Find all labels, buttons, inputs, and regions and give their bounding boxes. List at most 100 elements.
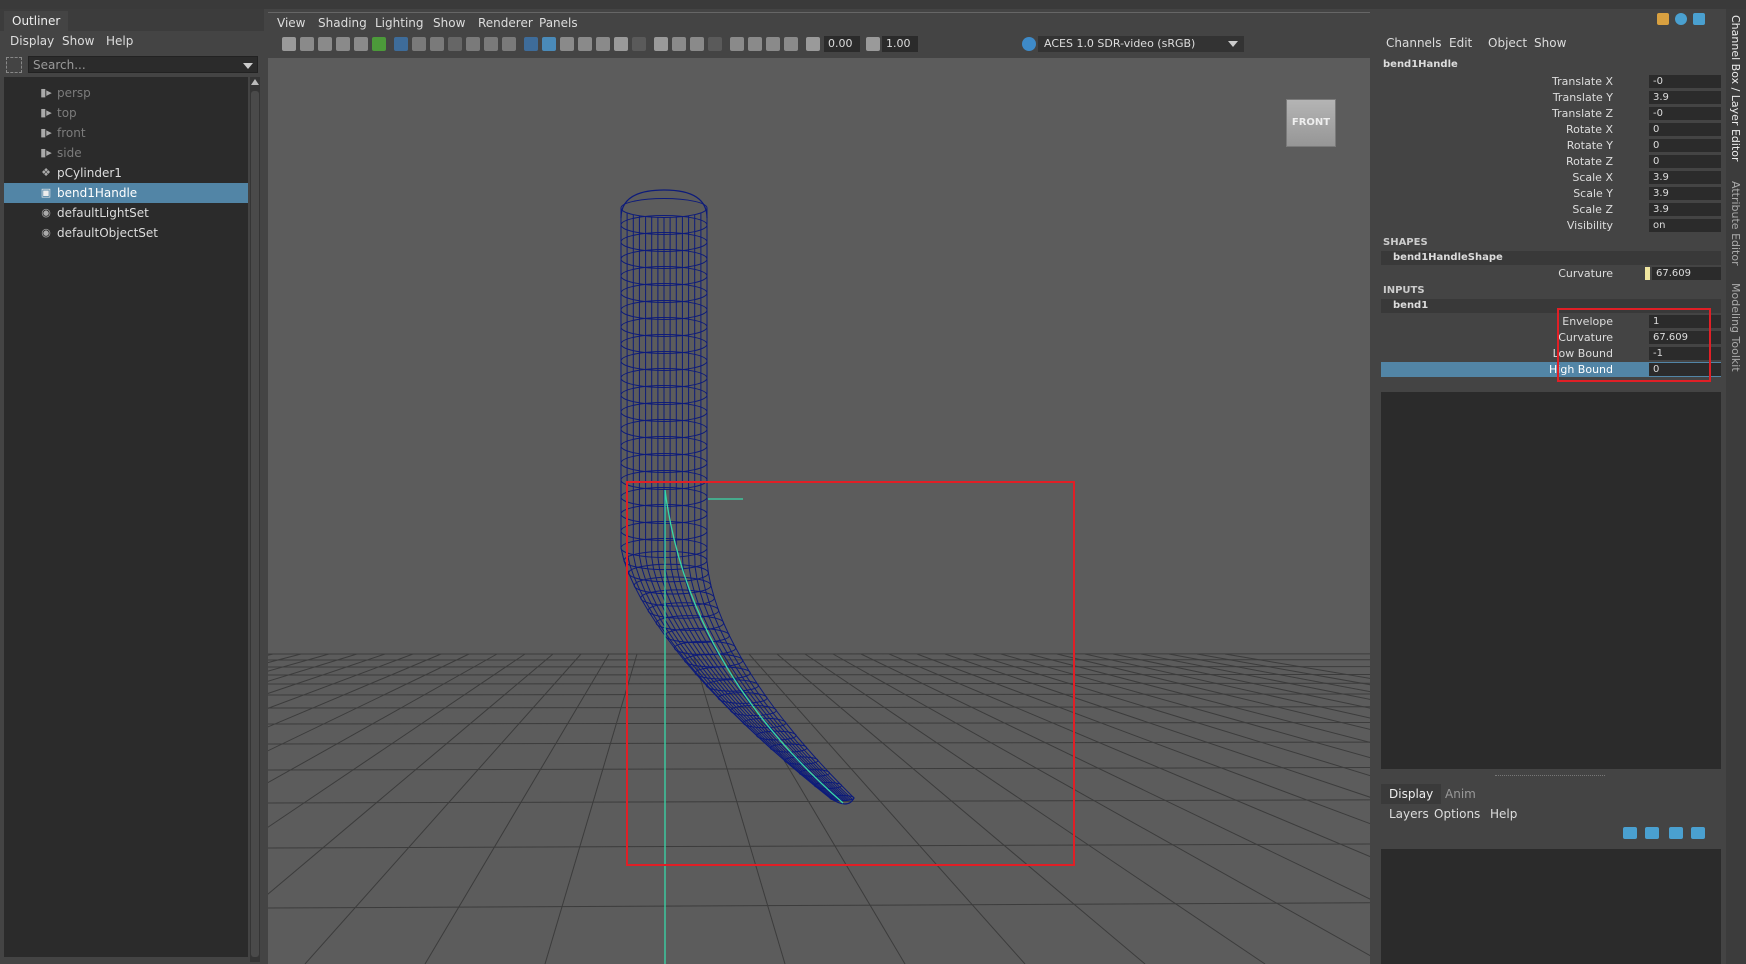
gamma-icon[interactable] — [866, 37, 880, 51]
attr-envelope[interactable]: Envelope 1 — [1381, 314, 1721, 329]
lights-icon[interactable] — [614, 37, 628, 51]
tab-channel-box-layer-editor[interactable]: Channel Box / Layer Editor — [1729, 15, 1742, 162]
attr-visibility[interactable]: Visibility on — [1381, 218, 1721, 233]
attr-curvature[interactable]: Curvature 67.609 — [1381, 330, 1721, 345]
filter-icon[interactable] — [6, 57, 22, 73]
menu-show[interactable]: Show — [62, 31, 94, 51]
image-plane-icon[interactable] — [336, 37, 350, 51]
viewport-canvas[interactable]: FRONT — [268, 58, 1370, 964]
menu-show[interactable]: Show — [1534, 33, 1566, 53]
attr-rotate-x[interactable]: Rotate X 0 — [1381, 122, 1721, 137]
menu-help[interactable]: Help — [106, 31, 133, 51]
wireframe-icon[interactable] — [524, 37, 538, 51]
bookmark-icon[interactable] — [318, 37, 332, 51]
outliner-scrollbar[interactable] — [250, 77, 260, 962]
outliner-item-pcylinder1[interactable]: ❖ pCylinder1 — [4, 163, 248, 183]
menu-shading[interactable]: Shading — [318, 13, 367, 33]
input-node-bar[interactable]: bend1 — [1381, 299, 1721, 313]
motion-blur-icon[interactable] — [672, 37, 686, 51]
attr-value-field[interactable]: 0 — [1649, 155, 1721, 168]
grid-icon[interactable] — [394, 37, 408, 51]
attr-shape-curvature[interactable]: Curvature 67.609 — [1381, 266, 1721, 281]
attr-scale-z[interactable]: Scale Z 3.9 — [1381, 202, 1721, 217]
attr-high-bound[interactable]: High Bound 0 — [1381, 362, 1721, 377]
exposure-field[interactable]: 0.00 — [824, 36, 860, 52]
shadows-icon[interactable] — [632, 37, 646, 51]
scroll-up-icon[interactable] — [251, 79, 259, 85]
attr-value-field[interactable]: 3.9 — [1649, 187, 1721, 200]
isolate-select-icon[interactable] — [730, 37, 744, 51]
menu-edit[interactable]: Edit — [1449, 33, 1472, 53]
attr-value-field[interactable]: -0 — [1649, 107, 1721, 120]
move-layer-up-icon[interactable] — [1623, 827, 1637, 839]
bent-cylinder-wireframe[interactable] — [620, 189, 855, 805]
menu-display[interactable]: Display — [10, 31, 54, 51]
xray-components-icon[interactable] — [766, 37, 780, 51]
anti-aliasing-icon[interactable] — [690, 37, 704, 51]
grease-pencil-icon[interactable] — [354, 37, 368, 51]
attr-value-field[interactable]: 3.9 — [1649, 171, 1721, 184]
new-layer-from-selected-icon[interactable] — [1691, 827, 1705, 839]
menu-view[interactable]: View — [277, 13, 305, 33]
menu-object[interactable]: Object — [1488, 33, 1527, 53]
search-input[interactable]: Search... — [28, 56, 258, 73]
outliner-item-persp[interactable]: ▮▸ persp — [4, 83, 248, 103]
layer-list[interactable] — [1381, 849, 1721, 964]
attr-value-field[interactable]: 0 — [1649, 139, 1721, 152]
attr-scale-y[interactable]: Scale Y 3.9 — [1381, 186, 1721, 201]
outliner-item-front[interactable]: ▮▸ front — [4, 123, 248, 143]
menu-show[interactable]: Show — [433, 13, 465, 33]
ambient-occlusion-icon[interactable] — [654, 37, 668, 51]
menu-layers[interactable]: Layers — [1389, 804, 1429, 824]
tab-attribute-editor[interactable]: Attribute Editor — [1729, 181, 1742, 266]
attr-value-field[interactable]: on — [1649, 219, 1721, 232]
attr-translate-x[interactable]: Translate X -0 — [1381, 74, 1721, 89]
color-space-dropdown[interactable]: ACES 1.0 SDR-video (sRGB) — [1038, 36, 1244, 52]
pencil-icon[interactable] — [372, 37, 386, 51]
depth-of-field-icon[interactable] — [708, 37, 722, 51]
menu-lighting[interactable]: Lighting — [375, 13, 424, 33]
gate-mask-icon[interactable] — [448, 37, 462, 51]
tab-outliner[interactable]: Outliner — [4, 11, 69, 31]
new-layer-icon[interactable] — [1669, 827, 1683, 839]
scene-view[interactable] — [268, 58, 1370, 964]
node-name[interactable]: bend1Handle — [1383, 59, 1458, 70]
wireframe-on-shaded-icon[interactable] — [578, 37, 592, 51]
xray-icon[interactable] — [596, 37, 610, 51]
film-gate-icon[interactable] — [412, 37, 426, 51]
attr-value-field[interactable]: -1 — [1649, 347, 1721, 360]
attr-value-field[interactable]: 0 — [1649, 123, 1721, 136]
attr-value-field[interactable]: 1 — [1649, 315, 1721, 328]
tab-display[interactable]: Display — [1381, 784, 1442, 804]
shape-node-bar[interactable]: bend1HandleShape — [1381, 251, 1721, 265]
menu-panels[interactable]: Panels — [539, 13, 578, 33]
attr-low-bound[interactable]: Low Bound -1 — [1381, 346, 1721, 361]
outliner-item-defaultlightset[interactable]: ◉ defaultLightSet — [4, 203, 248, 223]
menu-renderer[interactable]: Renderer — [478, 13, 533, 33]
attribute-icon[interactable] — [1675, 13, 1687, 25]
panel-splitter[interactable] — [1495, 775, 1605, 779]
attr-rotate-y[interactable]: Rotate Y 0 — [1381, 138, 1721, 153]
camera-attributes-icon[interactable] — [300, 37, 314, 51]
attr-value-field[interactable]: 67.609 — [1649, 331, 1721, 344]
xray-joints-icon[interactable] — [748, 37, 762, 51]
safe-title-icon[interactable] — [502, 37, 516, 51]
menu-options[interactable]: Options — [1434, 804, 1480, 824]
hud-icon[interactable] — [784, 37, 798, 51]
color-management-icon[interactable] — [1022, 37, 1036, 51]
tool-settings-icon[interactable] — [1693, 13, 1705, 25]
safe-action-icon[interactable] — [484, 37, 498, 51]
smooth-shade-icon[interactable] — [542, 37, 556, 51]
default-material-icon[interactable] — [560, 37, 574, 51]
attr-value-field[interactable]: 3.9 — [1649, 91, 1721, 104]
attr-rotate-z[interactable]: Rotate Z 0 — [1381, 154, 1721, 169]
select-camera-icon[interactable] — [282, 37, 296, 51]
outliner-item-top[interactable]: ▮▸ top — [4, 103, 248, 123]
gamma-field[interactable]: 1.00 — [882, 36, 918, 52]
outliner-item-defaultobjectset[interactable]: ◉ defaultObjectSet — [4, 223, 248, 243]
tab-modeling-toolkit[interactable]: Modeling Toolkit — [1729, 283, 1742, 372]
outliner-item-bend1handle[interactable]: ▣ bend1Handle — [4, 183, 248, 203]
menu-help[interactable]: Help — [1490, 804, 1517, 824]
attr-scale-x[interactable]: Scale X 3.9 — [1381, 170, 1721, 185]
attr-value-field[interactable]: 0 — [1649, 363, 1721, 376]
